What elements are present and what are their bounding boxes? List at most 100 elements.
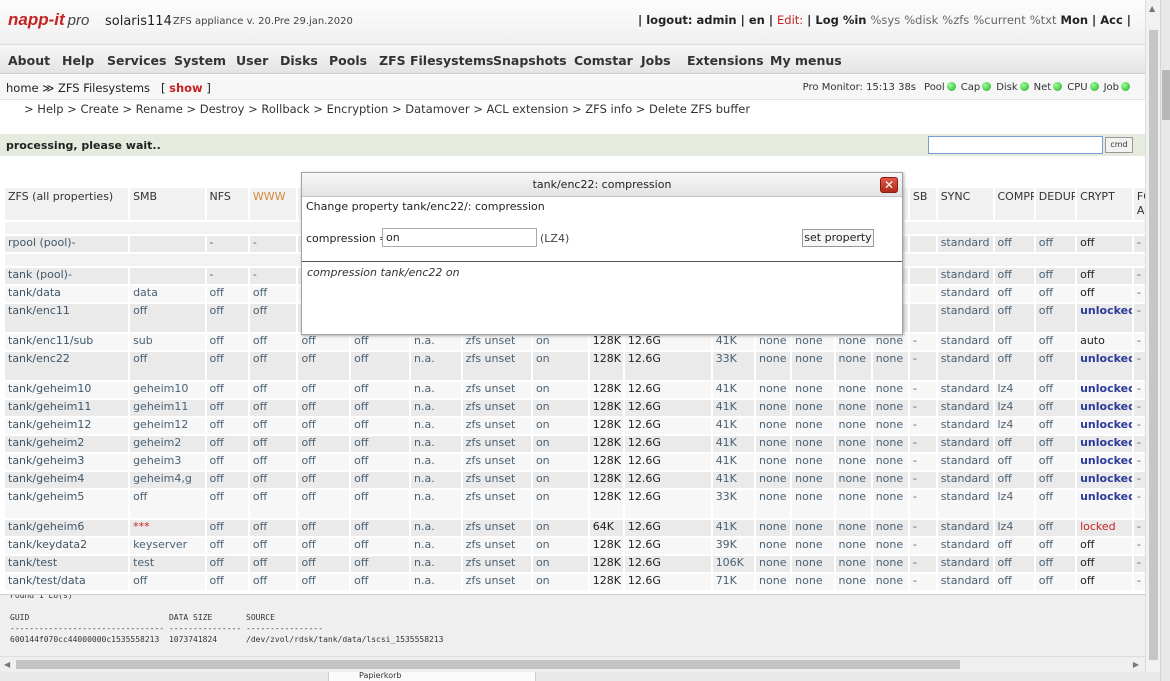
table-cell[interactable]: off <box>1035 574 1076 590</box>
table-cell[interactable]: off <box>1077 236 1132 252</box>
table-cell[interactable]: geheim10 <box>130 382 205 398</box>
set-property-button[interactable]: set property <box>802 229 874 247</box>
top-link-acc[interactable]: Acc <box>1100 13 1123 27</box>
table-cell[interactable]: off <box>1035 286 1076 302</box>
table-cell[interactable]: off <box>1035 400 1076 416</box>
table-cell[interactable]: standard <box>937 520 993 536</box>
table-cell[interactable]: geheim4,g <box>130 472 205 488</box>
filesystem-name[interactable]: tank/test/data <box>5 574 129 590</box>
table-cell[interactable]: off <box>994 268 1034 284</box>
scroll-right-icon[interactable]: ▶ <box>1133 660 1139 669</box>
table-cell[interactable]: off <box>994 304 1034 332</box>
filesystem-name[interactable]: tank/keydata2 <box>5 538 129 554</box>
table-cell[interactable]: off <box>1035 538 1076 554</box>
column-header[interactable]: DEDUP <box>1035 188 1076 220</box>
table-cell[interactable]: keyserver <box>130 538 205 554</box>
vertical-scrollbar[interactable]: ▲ <box>1145 0 1160 672</box>
table-cell[interactable]: - <box>1133 418 1145 434</box>
filesystem-name[interactable]: tank/enc22 <box>5 352 129 380</box>
show-link[interactable]: show <box>169 81 203 95</box>
menu-my-menus[interactable]: My menus <box>770 53 842 68</box>
table-cell[interactable]: off <box>1077 574 1132 590</box>
menu-pools[interactable]: Pools <box>329 53 367 68</box>
table-cell[interactable]: off <box>1035 556 1076 572</box>
menu-zfs-filesystems[interactable]: ZFS Filesystems <box>379 53 494 68</box>
table-cell[interactable]: - <box>1133 490 1145 518</box>
filesystem-name[interactable]: tank/data <box>5 286 129 302</box>
table-cell[interactable]: geheim2 <box>130 436 205 452</box>
scroll-left-icon[interactable]: ◀ <box>4 660 10 669</box>
top-link--current[interactable]: %current <box>973 13 1025 27</box>
top-link--zfs[interactable]: %zfs <box>942 13 969 27</box>
table-cell[interactable]: unlocked <box>1077 352 1132 380</box>
column-header[interactable]: SMB <box>130 188 205 220</box>
table-cell[interactable]: standard <box>937 418 993 434</box>
filesystem-name[interactable]: tank/geheim11 <box>5 400 129 416</box>
monitor-pool[interactable]: Pool <box>924 82 945 93</box>
table-cell[interactable]: off <box>1035 520 1076 536</box>
filesystem-name[interactable]: tank/geheim4 <box>5 472 129 488</box>
table-cell[interactable]: off <box>130 352 205 380</box>
table-cell[interactable]: standard <box>937 352 993 380</box>
table-cell[interactable]: - <box>1133 436 1145 452</box>
top-link-log-in[interactable]: Log %in <box>815 13 866 27</box>
table-cell[interactable]: off <box>994 352 1034 380</box>
table-cell[interactable]: off <box>1035 236 1076 252</box>
menu-about[interactable]: About <box>8 53 50 68</box>
top-link-edit-[interactable]: Edit: <box>777 13 803 27</box>
filesystem-name[interactable]: tank/enc11 <box>5 304 129 332</box>
filesystem-name[interactable]: tank (pool)- <box>5 268 129 284</box>
column-header[interactable]: CRYPT <box>1077 188 1132 220</box>
table-cell[interactable]: standard <box>937 382 993 398</box>
table-cell[interactable]: - <box>1133 574 1145 590</box>
scroll-up-icon[interactable]: ▲ <box>1149 4 1155 13</box>
table-cell[interactable]: off <box>994 436 1034 452</box>
table-cell[interactable]: - <box>1133 334 1145 350</box>
menu-help[interactable]: Help <box>62 53 94 68</box>
top-link-logout-admin[interactable]: logout: admin <box>646 13 736 27</box>
table-cell[interactable]: geheim11 <box>130 400 205 416</box>
napp-it-logo[interactable]: napp-it pro <box>8 10 89 30</box>
table-cell[interactable]: unlocked <box>1077 382 1132 398</box>
table-cell[interactable]: - <box>1133 556 1145 572</box>
column-header[interactable]: NFS <box>206 188 248 220</box>
table-cell[interactable]: unlocked <box>1077 304 1132 332</box>
monitor-net[interactable]: Net <box>1034 82 1052 93</box>
table-cell[interactable]: lz4 <box>994 520 1034 536</box>
menu-system[interactable]: System <box>174 53 226 68</box>
table-cell[interactable]: - <box>1133 454 1145 470</box>
table-cell[interactable]: off <box>1035 334 1076 350</box>
table-cell[interactable]: geheim3 <box>130 454 205 470</box>
table-cell[interactable]: off <box>1035 472 1076 488</box>
breadcrumb-path[interactable]: home ≫ ZFS Filesystems [ <box>6 81 165 95</box>
table-cell[interactable]: standard <box>937 538 993 554</box>
table-cell[interactable]: standard <box>937 268 993 284</box>
table-cell[interactable]: lz4 <box>994 418 1034 434</box>
menu-disks[interactable]: Disks <box>280 53 318 68</box>
monitor-disk[interactable]: Disk <box>996 82 1017 93</box>
filesystem-name[interactable]: tank/geheim3 <box>5 454 129 470</box>
table-cell[interactable]: off <box>1077 538 1132 554</box>
table-cell[interactable]: standard <box>937 286 993 302</box>
table-cell[interactable]: off <box>994 236 1034 252</box>
filesystem-name[interactable]: tank/geheim12 <box>5 418 129 434</box>
menu-jobs[interactable]: Jobs <box>641 53 671 68</box>
table-cell[interactable]: standard <box>937 490 993 518</box>
table-cell[interactable]: - <box>1133 236 1145 252</box>
table-cell[interactable]: off <box>1035 304 1076 332</box>
table-cell[interactable]: auto <box>1077 334 1132 350</box>
table-cell[interactable]: off <box>130 490 205 518</box>
table-cell[interactable]: off <box>130 574 205 590</box>
filesystem-name[interactable]: tank/geheim2 <box>5 436 129 452</box>
table-cell[interactable]: unlocked <box>1077 490 1132 518</box>
table-cell[interactable]: - <box>1133 304 1145 332</box>
table-cell[interactable]: locked <box>1077 520 1132 536</box>
table-cell[interactable]: standard <box>937 454 993 470</box>
filesystem-name[interactable]: tank/geheim10 <box>5 382 129 398</box>
column-header[interactable]: FO ACL <box>1133 188 1145 220</box>
top-link-en[interactable]: en <box>749 13 765 27</box>
filesystem-name[interactable]: tank/test <box>5 556 129 572</box>
table-cell[interactable]: - <box>1133 268 1145 284</box>
table-cell[interactable]: standard <box>937 556 993 572</box>
cmd-input[interactable] <box>928 136 1103 154</box>
